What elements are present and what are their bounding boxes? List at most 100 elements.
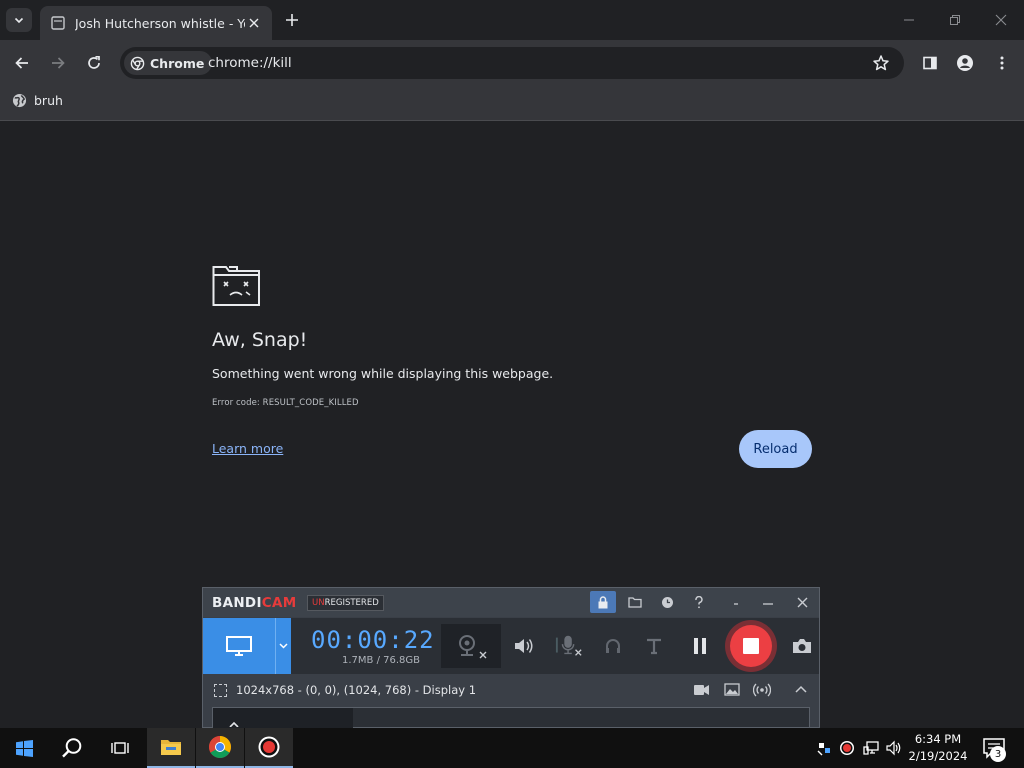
chevron-up-icon[interactable] [795, 685, 807, 693]
file-explorer-taskbar-button[interactable] [147, 728, 195, 768]
microphone-toggle[interactable] [555, 632, 583, 660]
ethernet-icon [863, 741, 879, 755]
question-icon [695, 595, 703, 608]
sound-effect-toggle[interactable] [599, 632, 627, 660]
learn-more-link[interactable]: Learn more [212, 441, 283, 456]
bandicam-taskbar-button[interactable] [245, 728, 293, 768]
back-button[interactable] [10, 51, 34, 75]
browser-tab[interactable]: Josh Hutcherson whistle - YouTube [40, 6, 272, 40]
page-icon [51, 16, 65, 30]
chrome-logo-icon [130, 56, 145, 70]
browser-toolbar: Chrome chrome://kill [0, 40, 1024, 85]
video-icon[interactable] [693, 684, 710, 696]
minimize-icon [763, 603, 773, 605]
network-sync-tray[interactable] [814, 738, 834, 758]
stop-recording-button[interactable] [725, 620, 777, 672]
forward-button[interactable] [46, 51, 70, 75]
arrow-right-icon [52, 57, 65, 69]
close-window-button[interactable] [991, 10, 1011, 30]
start-button[interactable] [0, 728, 48, 768]
lock-button[interactable] [590, 591, 616, 613]
bandicam-main-panel: 00:00:22 1.7MB / 76.8GB [203, 618, 819, 674]
side-panel-icon [923, 56, 937, 70]
bandicam-home-panel [212, 707, 810, 728]
text-icon [647, 638, 661, 655]
pause-icon [694, 638, 706, 654]
clock-icon [661, 596, 673, 608]
microphone-icon [555, 635, 582, 656]
scheduler-button[interactable] [654, 591, 680, 613]
error-title: Aw, Snap! [212, 329, 308, 351]
search-icon [62, 738, 82, 758]
clock-date: 2/19/2024 [908, 749, 968, 763]
headset-icon [606, 639, 620, 653]
bandicam-minimize-button[interactable] [755, 591, 781, 613]
new-tab-plus-icon[interactable] [283, 11, 301, 29]
bandicam-close-button[interactable] [789, 591, 815, 613]
bookmark-star-icon[interactable] [872, 54, 890, 72]
broadcast-icon[interactable] [753, 683, 771, 697]
bandicam-logo-main: BANDI [212, 595, 262, 611]
bookmarks-bar: bruh [0, 85, 1024, 121]
site-chip-label: Chrome [150, 55, 205, 71]
address-bar[interactable]: Chrome chrome://kill [120, 47, 904, 79]
speaker-icon [515, 639, 533, 653]
clock-time: 6:34 PM [914, 732, 962, 746]
open-folder-button[interactable] [622, 591, 648, 613]
reload-button[interactable]: Reload [739, 430, 812, 468]
site-info-chip[interactable]: Chrome [124, 51, 213, 75]
camera-icon [793, 639, 811, 653]
webcam-icon [459, 635, 487, 659]
screenshot-button[interactable] [788, 632, 816, 660]
restore-window-button[interactable] [945, 10, 965, 30]
capture-region-text: 1024x768 - (0, 0), (1024, 768) - Display… [236, 683, 477, 697]
chrome-menu-button[interactable] [990, 51, 1014, 75]
unregistered-prefix: UN [312, 598, 325, 608]
close-icon [249, 18, 259, 28]
text-overlay-button[interactable] [640, 632, 668, 660]
reload-toolbar-button[interactable] [82, 51, 106, 75]
taskbar-clock[interactable]: 6:34 PM 2/19/2024 [908, 731, 968, 765]
image-icon[interactable] [724, 683, 740, 696]
dash-icon [734, 603, 738, 605]
screen-mode-dropdown[interactable] [275, 618, 291, 674]
bandicam-region-bar: 1024x768 - (0, 0), (1024, 768) - Display… [203, 675, 819, 705]
bandicam-sidebar-tab[interactable] [213, 708, 353, 728]
home-icon [229, 721, 239, 727]
webcam-toggle[interactable] [441, 624, 501, 668]
stop-button-core [730, 625, 772, 667]
task-view-button[interactable] [96, 728, 144, 768]
profile-button[interactable] [953, 51, 977, 75]
restore-icon [950, 15, 960, 25]
more-vertical-icon [1000, 56, 1004, 70]
tab-close-button[interactable] [246, 15, 262, 31]
bookmark-item[interactable]: bruh [12, 93, 63, 108]
ethernet-tray[interactable] [861, 738, 881, 758]
bandicam-logo-accent: CAM [261, 595, 297, 611]
chevron-down-icon [14, 17, 24, 24]
bandicam-window: BANDICAM UN REGISTERED 00:00:22 1.7MB / … [202, 587, 820, 728]
region-select-icon[interactable] [214, 684, 227, 697]
profile-icon [957, 55, 973, 71]
unregistered-badge[interactable]: UN REGISTERED [307, 595, 384, 611]
chrome-taskbar-button[interactable] [196, 728, 244, 768]
minimize-window-button[interactable] [899, 10, 919, 30]
screen-mode-button[interactable] [203, 618, 275, 674]
stop-icon [743, 638, 759, 654]
close-icon [995, 14, 1007, 26]
tab-search-button[interactable] [6, 8, 32, 32]
speaker-toggle[interactable] [510, 632, 538, 660]
unregistered-suffix: REGISTERED [324, 598, 379, 608]
mini-mode-button[interactable] [723, 591, 749, 613]
bandicam-tray[interactable] [837, 738, 857, 758]
side-panel-button[interactable] [918, 51, 942, 75]
network-icon [817, 743, 830, 756]
help-button[interactable] [686, 591, 712, 613]
chrome-icon [209, 736, 231, 758]
url-text[interactable]: chrome://kill [208, 55, 292, 71]
lock-icon [598, 595, 608, 608]
pause-button[interactable] [686, 632, 714, 660]
search-button[interactable] [48, 728, 96, 768]
sad-folder-icon [212, 266, 260, 306]
volume-tray[interactable] [884, 738, 904, 758]
